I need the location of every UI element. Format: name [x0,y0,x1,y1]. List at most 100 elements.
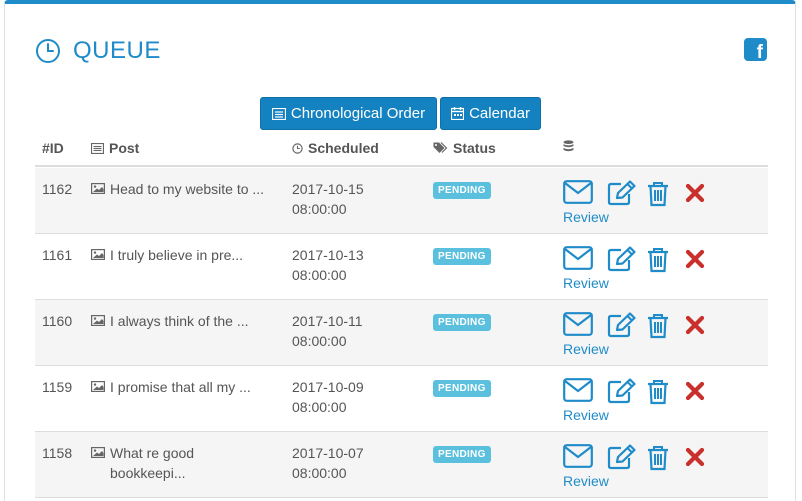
image-icon [91,315,105,326]
delete-icon[interactable] [685,249,705,269]
row-date: 2017-10-11 [292,313,363,329]
column-scheduled-label: Scheduled [308,140,379,156]
row-post[interactable]: I truly believe in pre... [91,245,271,265]
review-link[interactable]: Review [563,407,609,423]
row-actions [563,378,713,405]
calendar-label: Calendar [469,105,530,122]
row-date: 2017-10-13 [292,247,364,263]
column-header-actions [563,140,579,153]
row-post[interactable]: What re good bookkeepi... [91,443,271,483]
list-icon [91,142,104,154]
row-date: 2017-10-15 [292,181,364,197]
review-link[interactable]: Review [563,209,609,225]
delete-icon[interactable] [685,447,705,467]
row-date: 2017-10-07 [292,445,364,461]
chronological-order-button[interactable]: Chronological Order [260,97,437,130]
row-scheduled: 2017-10-15 08:00:00 [292,179,364,219]
column-id-label: #ID [42,140,64,156]
edit-icon[interactable] [607,180,637,206]
column-post-label: Post [109,140,140,156]
row-time: 08:00:00 [292,267,347,283]
review-link[interactable]: Review [563,473,609,489]
image-icon [91,183,105,194]
row-post[interactable]: I always think of the ... [91,311,271,331]
delete-icon[interactable] [685,381,705,401]
status-badge: PENDING [433,248,491,265]
table-row: 1161 I truly believe in pre... 2017-10-1… [35,234,768,300]
table-row: 1159 I promise that all my ... 2017-10-0… [35,366,768,432]
table-row: 1162 Head to my website to ... 2017-10-1… [35,168,768,234]
row-id: 1159 [42,379,73,395]
header-divider [35,165,768,167]
image-icon [91,447,105,458]
delete-icon[interactable] [685,315,705,335]
trash-icon[interactable] [647,181,669,207]
image-icon [91,381,105,392]
column-header-scheduled: Scheduled [292,140,379,156]
trash-icon[interactable] [647,445,669,471]
edit-icon[interactable] [607,246,637,272]
clock-icon [292,142,303,154]
row-actions [563,312,713,339]
row-scheduled: 2017-10-07 08:00:00 [292,443,364,483]
row-actions [563,246,713,273]
facebook-icon[interactable]: f [744,38,767,62]
calendar-icon [451,107,465,120]
chronological-order-label: Chronological Order [290,105,426,122]
trash-icon[interactable] [647,379,669,405]
envelope-icon[interactable] [563,378,593,402]
envelope-icon[interactable] [563,180,593,204]
status-badge: PENDING [433,446,491,463]
list-icon [271,107,286,120]
row-actions [563,180,713,207]
edit-icon[interactable] [607,312,637,338]
column-status-label: Status [453,140,496,156]
row-time: 08:00:00 [292,465,347,481]
calendar-button[interactable]: Calendar [440,97,541,130]
tag-icon [433,142,448,153]
delete-icon[interactable] [685,183,705,203]
row-post-text: What re good bookkeepi... [110,445,195,481]
status-badge: PENDING [433,314,491,331]
column-header-id: #ID [42,140,64,156]
table-row: 1158 What re good bookkeepi... 2017-10-0… [35,432,768,498]
clock-icon [36,39,60,63]
edit-icon[interactable] [607,378,637,404]
row-post[interactable]: Head to my website to ... [91,179,271,199]
row-scheduled: 2017-10-11 08:00:00 [292,311,363,351]
row-post-text: I promise that all my ... [110,379,251,395]
table-row: 1160 I always think of the ... 2017-10-1… [35,300,768,366]
row-id: 1162 [42,181,73,197]
row-id: 1160 [42,313,73,329]
row-post-text: I always think of the ... [110,313,249,329]
row-time: 08:00:00 [292,333,347,349]
status-badge: PENDING [433,182,491,199]
queue-panel: QUEUE f Chronological Order Calendar #ID [4,0,796,501]
column-header-post: Post [91,140,139,156]
image-icon [91,249,105,260]
envelope-icon[interactable] [563,312,593,336]
envelope-icon[interactable] [563,246,593,270]
trash-icon[interactable] [647,313,669,339]
row-id: 1158 [42,445,73,461]
database-icon [563,140,574,152]
status-badge: PENDING [433,380,491,397]
row-time: 08:00:00 [292,201,347,217]
row-actions [563,444,713,471]
review-link[interactable]: Review [563,341,609,357]
review-link[interactable]: Review [563,275,609,291]
row-id: 1161 [42,247,73,263]
trash-icon[interactable] [647,247,669,273]
panel-header: QUEUE [35,34,161,68]
row-scheduled: 2017-10-13 08:00:00 [292,245,364,285]
row-scheduled: 2017-10-09 08:00:00 [292,377,364,417]
row-time: 08:00:00 [292,399,347,415]
row-post-text: I truly believe in pre... [110,247,244,263]
page-title: QUEUE [73,37,161,64]
envelope-icon[interactable] [563,444,593,468]
row-post-text: Head to my website to ... [110,181,265,197]
row-post[interactable]: I promise that all my ... [91,377,271,397]
edit-icon[interactable] [607,444,637,470]
column-header-status: Status [433,140,496,156]
row-date: 2017-10-09 [292,379,364,395]
